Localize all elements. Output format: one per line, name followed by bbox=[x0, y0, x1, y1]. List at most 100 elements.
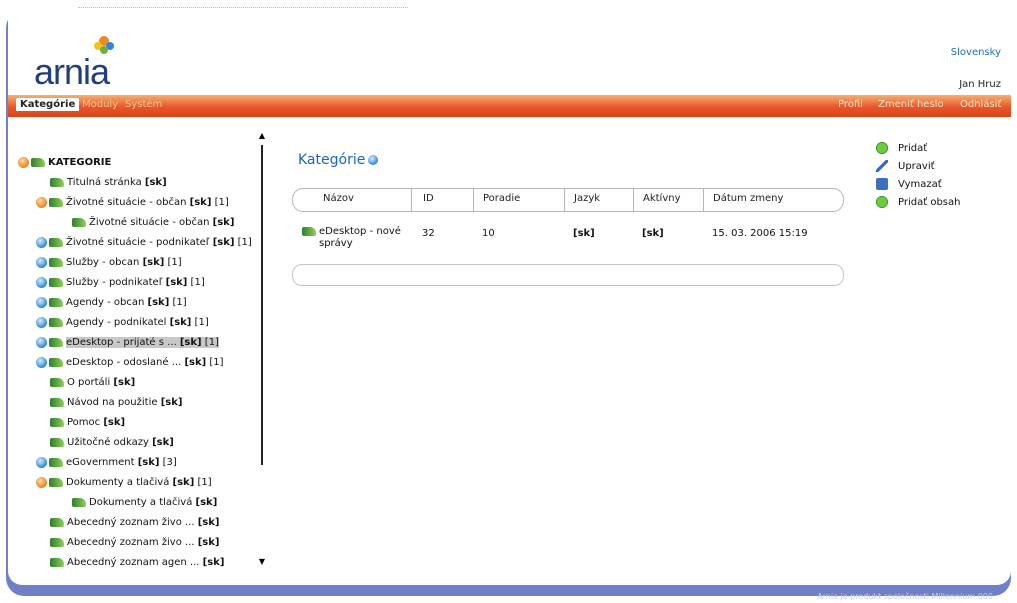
tree-scrollbar[interactable]: ▲ ▼ bbox=[255, 129, 269, 569]
tree-item[interactable]: Pomoc [sk] bbox=[50, 415, 125, 431]
column-header-active[interactable]: Aktívny bbox=[643, 193, 681, 204]
tree-item-label: Titulná stránka bbox=[67, 177, 145, 188]
tree-item[interactable]: Životné situácie - občan [sk] bbox=[72, 215, 234, 231]
tree-item-lang: [sk] bbox=[103, 417, 126, 428]
column-header-order[interactable]: Poradie bbox=[483, 193, 520, 204]
page-title: Kategórie bbox=[298, 152, 379, 168]
row-id-cell: 32 bbox=[422, 228, 435, 239]
add-content-button[interactable]: Pridať obsah bbox=[876, 196, 960, 208]
folder-icon bbox=[49, 457, 63, 467]
folder-icon bbox=[50, 397, 64, 407]
tree-item[interactable]: Služby - obcan [sk] [1] bbox=[36, 255, 182, 271]
tree-item[interactable]: Užitočné odkazy [sk] bbox=[50, 435, 174, 451]
add-content-label: Pridať obsah bbox=[898, 197, 961, 208]
tree-item-lang: [sk] bbox=[212, 237, 235, 248]
expand-icon[interactable] bbox=[36, 296, 47, 308]
column-separator bbox=[703, 189, 704, 211]
profile-link[interactable]: Profil bbox=[838, 99, 863, 110]
column-header-name[interactable]: Názov bbox=[323, 193, 354, 204]
folder-icon bbox=[49, 317, 63, 327]
folder-icon bbox=[50, 377, 64, 387]
folder-icon bbox=[50, 517, 64, 527]
tree-item-lang: [sk] bbox=[172, 477, 195, 488]
language-link[interactable]: Slovensky bbox=[951, 47, 1001, 58]
tree-item-label: Agendy - obcan bbox=[66, 297, 148, 308]
tree-item[interactable]: Abecedný zoznam živo ... [sk] bbox=[50, 515, 219, 531]
column-separator bbox=[633, 189, 634, 211]
tree-item-lang: [sk] bbox=[179, 337, 202, 348]
expand-icon[interactable] bbox=[36, 236, 47, 248]
tree-item[interactable]: Agendy - obcan [sk] [1] bbox=[36, 295, 187, 311]
row-date-cell: 15. 03. 2006 15:19 bbox=[712, 228, 808, 239]
tree-item-label: Životné situácie - občan bbox=[66, 197, 190, 208]
tree-item-lang: [sk] bbox=[212, 217, 235, 228]
expand-icon[interactable] bbox=[36, 356, 47, 368]
tree-item[interactable]: Agendy - podnikatel [sk] [1] bbox=[36, 315, 209, 331]
tab-kategorie[interactable]: Kategórie bbox=[16, 98, 80, 111]
tree-item-count: [1] bbox=[191, 317, 209, 328]
folder-icon bbox=[72, 217, 86, 227]
column-header-language[interactable]: Jazyk bbox=[574, 193, 600, 204]
tree-item[interactable]: Návod na použitie [sk] bbox=[50, 395, 182, 411]
tree-item-label: O portáli bbox=[67, 377, 114, 388]
collapse-icon[interactable] bbox=[18, 156, 29, 168]
collapse-icon[interactable] bbox=[36, 196, 47, 208]
tree-item-lang: [sk] bbox=[197, 517, 220, 528]
scroll-up-icon[interactable]: ▲ bbox=[255, 129, 269, 143]
column-header-id[interactable]: ID bbox=[423, 193, 434, 204]
table-row[interactable]: eDesktop - nové správy 32 10 [sk] [sk] 15… bbox=[292, 216, 844, 260]
tree-item-count: [1] bbox=[164, 257, 182, 268]
tree-item-count: [1] bbox=[201, 337, 219, 348]
tree-item[interactable]: Životné situácie - podnikateľ [sk] [1] bbox=[36, 235, 252, 251]
tree-item-label: Užitočné odkazy bbox=[67, 437, 153, 448]
tree-item-lang: [sk] bbox=[142, 257, 165, 268]
column-header-date[interactable]: Dátum zmeny bbox=[713, 193, 783, 204]
tree-item[interactable]: eGovernment [sk] [3] bbox=[36, 455, 177, 471]
folder-icon bbox=[50, 437, 64, 447]
tab-moduly[interactable]: Moduly bbox=[82, 99, 118, 110]
tree-item[interactable]: eDesktop - odoslané ... [sk] [1] bbox=[36, 355, 224, 371]
edit-button[interactable]: Upraviť bbox=[876, 160, 935, 172]
tree-item[interactable]: Dokumenty a tlačivá [sk] [1] bbox=[36, 475, 212, 491]
tree-item[interactable]: Služby - podnikateľ [sk] [1] bbox=[36, 275, 205, 291]
add-button[interactable]: Pridať bbox=[876, 142, 927, 154]
column-separator bbox=[411, 189, 412, 211]
tree-item[interactable]: Abecedný zoznam agen ... [sk] bbox=[50, 555, 224, 571]
tree-item-count: [1] bbox=[234, 237, 252, 248]
expand-icon[interactable] bbox=[36, 336, 47, 348]
tab-system[interactable]: Systém bbox=[125, 99, 162, 110]
tree-item-count: [1] bbox=[194, 477, 212, 488]
delete-label: Vymazať bbox=[898, 179, 942, 190]
logout-link[interactable]: Odhlásiť bbox=[960, 99, 1001, 110]
tree-item[interactable]: O portáli [sk] bbox=[50, 375, 135, 391]
table-header: Názov ID Poradie Jazyk Aktívny Dátum zme… bbox=[292, 188, 844, 212]
expand-icon[interactable] bbox=[36, 276, 47, 288]
expand-icon[interactable] bbox=[36, 316, 47, 328]
tree-item-selected[interactable]: eDesktop - prijaté s ... [sk] [1] bbox=[36, 335, 219, 351]
table-footer bbox=[292, 264, 844, 286]
tree-item[interactable]: Titulná stránka [sk] bbox=[50, 175, 167, 191]
change-password-link[interactable]: Zmeniť heslo bbox=[878, 99, 944, 110]
folder-icon bbox=[50, 417, 64, 427]
delete-button[interactable]: Vymazať bbox=[876, 178, 942, 190]
expand-icon[interactable] bbox=[36, 256, 47, 268]
trash-icon bbox=[876, 178, 888, 190]
logo-text: arnia bbox=[34, 51, 110, 92]
tree-item-lang: [sk] bbox=[152, 437, 174, 448]
row-order-cell: 10 bbox=[482, 228, 495, 239]
tree-item-label: Pomoc bbox=[67, 417, 104, 428]
collapse-icon[interactable] bbox=[36, 476, 47, 488]
scroll-down-icon[interactable]: ▼ bbox=[255, 555, 269, 569]
row-name-cell[interactable]: eDesktop - nové správy bbox=[302, 226, 401, 250]
tree-root[interactable]: KATEGORIE bbox=[18, 155, 111, 171]
folder-icon bbox=[50, 537, 64, 547]
tree-item[interactable]: Životné situácie - občan [sk] [1] bbox=[36, 195, 229, 211]
info-icon[interactable] bbox=[368, 155, 379, 165]
expand-icon[interactable] bbox=[36, 456, 47, 468]
scrollbar-track[interactable] bbox=[261, 145, 263, 465]
folder-icon bbox=[50, 557, 64, 567]
category-tree-panel: KATEGORIE Titulná stránka [sk] Životné s… bbox=[8, 117, 272, 585]
edit-label: Upraviť bbox=[898, 161, 935, 172]
tree-item[interactable]: Abecedný zoznam živo ... [sk] bbox=[50, 535, 219, 551]
tree-item[interactable]: Dokumenty a tlačivá [sk] bbox=[72, 495, 217, 511]
